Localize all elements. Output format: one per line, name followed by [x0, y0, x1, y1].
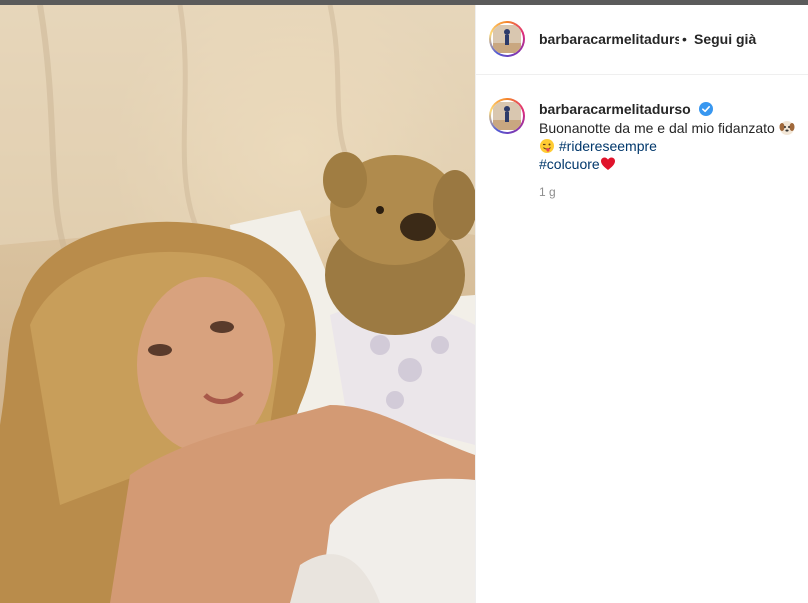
- post-side-panel: barbaracarmelitadurso • Segui già barbar…: [476, 5, 808, 603]
- avatar-image: [493, 25, 521, 53]
- verified-badge-icon: [699, 102, 713, 116]
- header-avatar[interactable]: [489, 21, 525, 57]
- caption-username[interactable]: barbaracarmelitadurso: [539, 101, 691, 117]
- caption-avatar[interactable]: [489, 98, 525, 134]
- post-header: barbaracarmelitadurso • Segui già: [476, 5, 808, 75]
- red-heart-emoji-icon: [600, 157, 615, 170]
- avatar-image: [493, 102, 521, 130]
- following-button[interactable]: Segui già: [694, 31, 756, 47]
- caption-text: Buonanotte da me e dal mio fidanzato #ri…: [539, 119, 799, 173]
- header-separator: •: [682, 31, 687, 47]
- header-username[interactable]: barbaracarmelitadurso: [539, 31, 679, 47]
- hashtag-link[interactable]: #ridereseempre: [559, 138, 657, 154]
- winking-tongue-emoji-icon: [540, 139, 554, 153]
- post-photo[interactable]: [0, 5, 475, 603]
- photo-illustration: [0, 5, 475, 603]
- hashtag-link[interactable]: #colcuore: [539, 156, 600, 172]
- dog-face-emoji-icon: [779, 121, 795, 135]
- caption-body: Buonanotte da me e dal mio fidanzato: [539, 120, 775, 136]
- post-timestamp[interactable]: 1 g: [539, 185, 556, 199]
